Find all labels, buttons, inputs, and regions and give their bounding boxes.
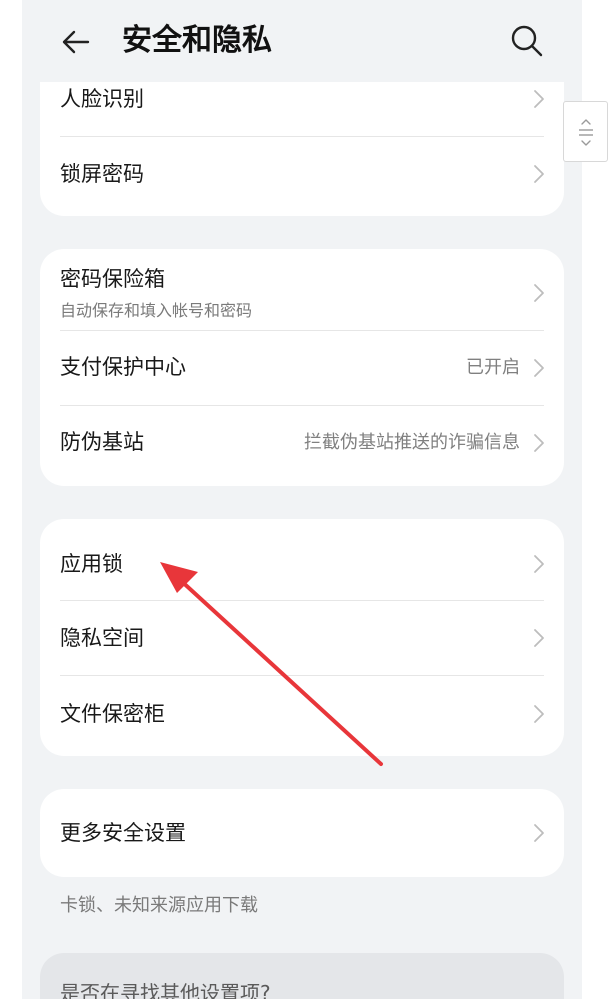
payment-protection-row[interactable]: 支付保护中心 已开启 [40,331,564,405]
page-title: 安全和隐私 [122,23,272,58]
hint-text: 是否在寻找其他设置项? [60,981,271,999]
status-value: 已开启 [466,357,520,378]
arrow-left-icon [62,30,90,54]
chevron-right-icon [534,434,544,452]
chevron-right-icon [534,165,544,183]
row-title: 更多安全设置 [60,821,186,845]
chevron-right-icon [534,824,544,842]
row-title: 应用锁 [60,552,123,576]
chevron-right-icon [534,555,544,573]
more-security-card: 更多安全设置 [40,789,564,877]
status-value: 拦截伪基站推送的诈骗信息 [304,432,520,453]
row-title: 支付保护中心 [60,355,186,379]
chevron-right-icon [534,90,544,108]
chevron-right-icon [534,284,544,302]
chevron-right-icon [534,359,544,377]
settings-screen: 安全和隐私 人脸识别 锁屏密码 密码保险箱 自动保存和填入帐号和密码 支付保护中… [22,0,582,999]
password-vault-row[interactable]: 密码保险箱 自动保存和填入帐号和密码 [40,249,564,331]
row-title: 人脸识别 [60,87,144,111]
drag-handle-icon [579,119,593,146]
top-app-bar: 安全和隐私 [22,0,582,82]
security-features-card: 密码保险箱 自动保存和填入帐号和密码 支付保护中心 已开启 防伪基站 拦截伪基站… [40,249,564,486]
chevron-right-icon [534,705,544,723]
side-drag-handle[interactable] [563,101,608,162]
row-title: 隐私空间 [60,626,144,650]
chevron-right-icon [534,629,544,647]
search-suggestion-card[interactable]: 是否在寻找其他设置项? [40,953,564,999]
search-icon [511,25,543,57]
row-title: 文件保密柜 [60,702,165,726]
private-space-row[interactable]: 隐私空间 [40,601,564,675]
row-title: 密码保险箱 [60,267,165,291]
search-button[interactable] [508,22,546,60]
row-subtitle: 自动保存和填入帐号和密码 [60,301,253,320]
privacy-card: 应用锁 隐私空间 文件保密柜 [40,519,564,756]
section-note: 卡锁、未知来源应用下载 [60,895,258,916]
more-security-settings-row[interactable]: 更多安全设置 [40,789,564,877]
lock-screen-password-row[interactable]: 锁屏密码 [40,137,564,216]
fake-base-station-row[interactable]: 防伪基站 拦截伪基站推送的诈骗信息 [40,406,564,486]
row-title: 防伪基站 [60,430,144,454]
back-button[interactable] [58,24,94,60]
app-lock-row[interactable]: 应用锁 [40,519,564,600]
file-safe-row[interactable]: 文件保密柜 [40,676,564,756]
row-title: 锁屏密码 [60,162,144,186]
